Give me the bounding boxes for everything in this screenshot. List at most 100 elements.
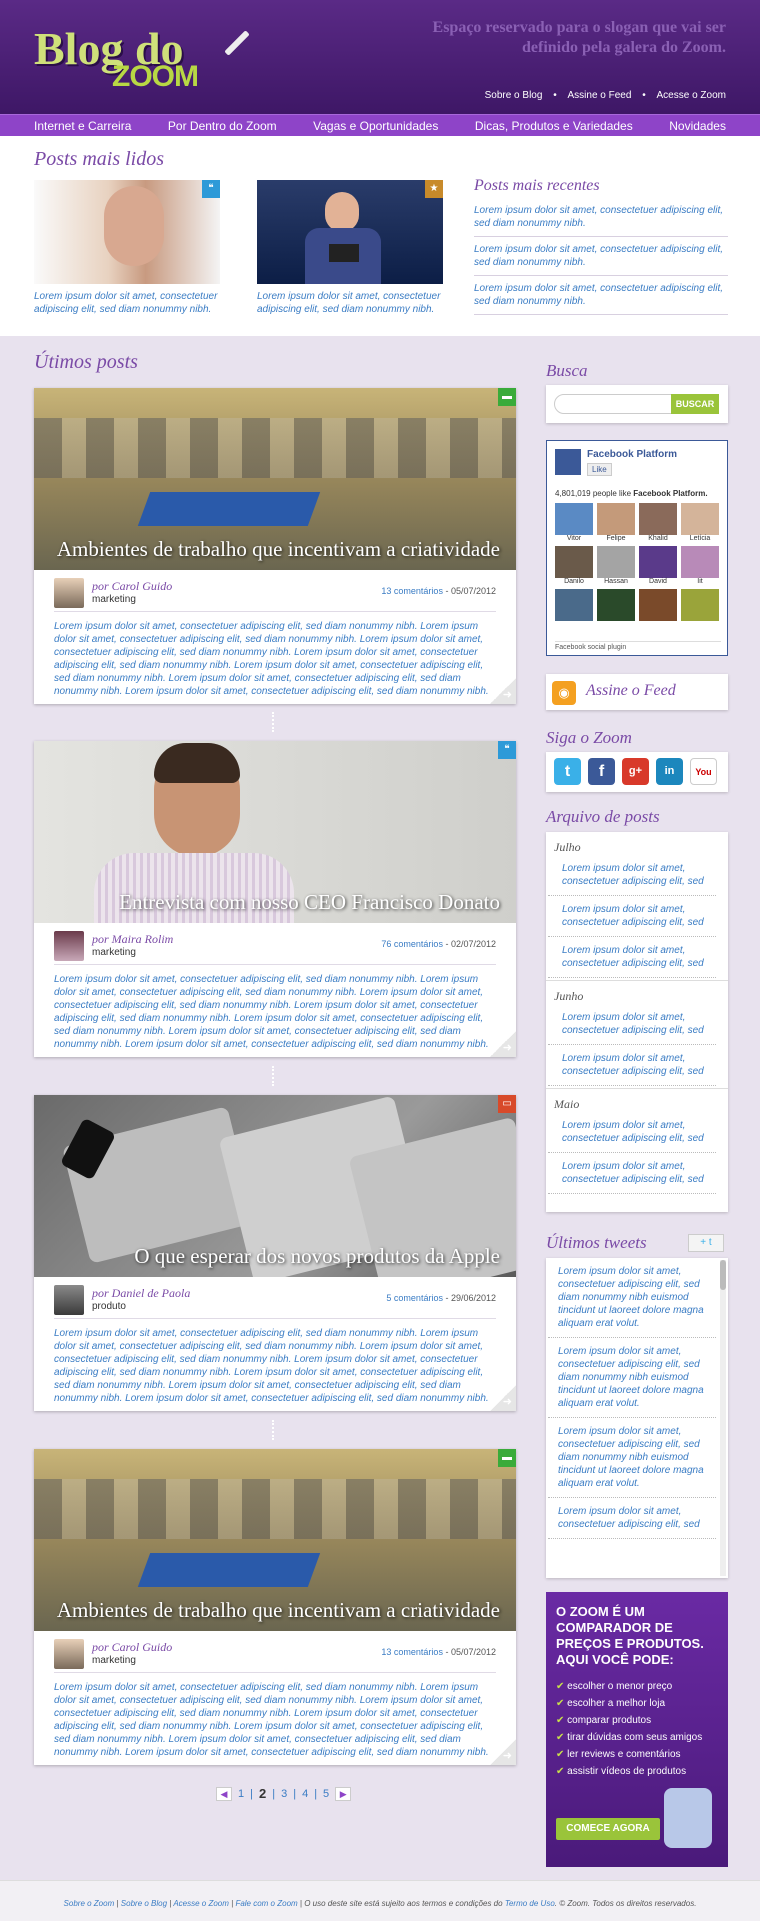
tweet[interactable]: Lorem ipsum dolor sit amet, consectetuer…	[548, 1418, 716, 1498]
archive-item[interactable]: Lorem ipsum dolor sit amet, consectetuer…	[548, 1045, 716, 1086]
post-image[interactable]: ❝ Entrevista com nosso CEO Francisco Don…	[34, 741, 516, 923]
facebook-friend[interactable]: Vitor	[555, 503, 593, 542]
post-category[interactable]: marketing	[92, 947, 136, 958]
twitter-icon[interactable]: t	[554, 758, 581, 785]
ad-cta-button[interactable]: COMECE AGORA	[556, 1818, 660, 1840]
post-image[interactable]: ▬ Ambientes de trabalho que incentivam a…	[34, 388, 516, 570]
scrollbar[interactable]	[720, 1260, 726, 1576]
zoom-ad-banner[interactable]: O ZOOM É UM COMPARADOR DE PREÇOS E PRODU…	[546, 1592, 728, 1867]
tweet[interactable]: Lorem ipsum dolor sit amet, consectetuer…	[548, 1258, 716, 1338]
nav-item[interactable]: Vagas e Oportunidades	[313, 119, 438, 133]
avatar[interactable]	[54, 1285, 84, 1315]
avatar[interactable]	[54, 578, 84, 608]
link-acesse-zoom[interactable]: Acesse o Zoom	[657, 90, 726, 101]
post-author[interactable]: por Maira Rolim	[92, 932, 173, 947]
next-page-icon[interactable]: ▶	[335, 1786, 352, 1801]
post-category[interactable]: marketing	[92, 594, 136, 605]
nav-item[interactable]: Dicas, Produtos e Variedades	[475, 119, 633, 133]
post-author[interactable]: por Carol Guido	[92, 579, 172, 594]
archive-item[interactable]: Lorem ipsum dolor sit amet, consectetuer…	[548, 1112, 716, 1153]
facebook-friend[interactable]: Hassan	[597, 546, 635, 585]
archive-month: Julho	[554, 840, 581, 854]
facebook-friend[interactable]: Iit	[681, 546, 719, 585]
post-image[interactable]: ▭ O que esperar dos novos produtos da Ap…	[34, 1095, 516, 1277]
popular-text[interactable]: Lorem ipsum dolor sit amet, consectetuer…	[257, 290, 457, 316]
tweets-title: Últimos tweets	[546, 1233, 647, 1252]
archive-item[interactable]: Lorem ipsum dolor sit amet, consectetuer…	[548, 1004, 716, 1045]
recent-item[interactable]: Lorem ipsum dolor sit amet, consectetuer…	[474, 276, 728, 315]
follow-twitter-icon[interactable]: + t	[688, 1234, 724, 1252]
post-title[interactable]: Entrevista com nosso CEO Francisco Donat…	[119, 889, 500, 915]
read-more-icon[interactable]	[490, 678, 516, 704]
terms-link[interactable]: Termo de Uso	[505, 1899, 555, 1908]
avatar[interactable]	[54, 1639, 84, 1669]
post-date: 05/07/2012	[450, 586, 496, 596]
recent-item[interactable]: Lorem ipsum dolor sit amet, consectetuer…	[474, 198, 728, 237]
facebook-friend[interactable]: David	[639, 546, 677, 585]
archive-item[interactable]: Lorem ipsum dolor sit amet, consectetuer…	[548, 855, 716, 896]
facebook-page-name[interactable]: Facebook Platform	[587, 449, 677, 460]
post-title[interactable]: O que esperar dos novos produtos da Appl…	[134, 1243, 500, 1269]
link-assine-feed[interactable]: Assine o Feed	[568, 90, 632, 101]
comment-count[interactable]: 5 comentários	[386, 1293, 443, 1303]
footer-link[interactable]: Sobre o Blog	[121, 1899, 167, 1908]
post-image[interactable]: ▬ Ambientes de trabalho que incentivam a…	[34, 1449, 516, 1631]
facebook-like-button[interactable]: Like	[587, 463, 612, 476]
page-link[interactable]: 1	[238, 1788, 244, 1800]
search-button[interactable]: BUSCAR	[671, 394, 719, 414]
popular-text[interactable]: Lorem ipsum dolor sit amet, consectetuer…	[34, 290, 234, 316]
read-more-icon[interactable]	[490, 1031, 516, 1057]
post-category[interactable]: produto	[92, 1301, 126, 1312]
footer-link[interactable]: Fale com o Zoom	[235, 1899, 297, 1908]
top-links: Sobre o Blog • Assine o Feed • Acesse o …	[477, 90, 726, 101]
facebook-icon[interactable]: f	[588, 758, 615, 785]
linkedin-icon[interactable]: in	[656, 758, 683, 785]
facebook-friend[interactable]: Danilo	[555, 546, 593, 585]
youtube-icon[interactable]: You	[690, 758, 717, 785]
page-link[interactable]: 4	[302, 1788, 308, 1800]
feed-widget[interactable]: ◉ Assine o Feed	[546, 674, 728, 710]
feed-label[interactable]: Assine o Feed	[586, 682, 676, 700]
popular-thumb[interactable]: ❝	[34, 180, 220, 284]
read-more-icon[interactable]	[490, 1739, 516, 1765]
archive-item[interactable]: Lorem ipsum dolor sit amet, consectetuer…	[548, 937, 716, 978]
tweet[interactable]: Lorem ipsum dolor sit amet, consectetuer…	[548, 1338, 716, 1418]
comment-count[interactable]: 76 comentários	[381, 939, 443, 949]
ad-headline: O ZOOM É UM COMPARADOR DE PREÇOS E PRODU…	[556, 1604, 704, 1667]
page-link[interactable]: 5	[323, 1788, 329, 1800]
comment-count[interactable]: 13 comentários	[381, 586, 443, 596]
post-title[interactable]: Ambientes de trabalho que incentivam a c…	[57, 536, 500, 562]
tweet[interactable]: Lorem ipsum dolor sit amet, consectetuer…	[548, 1498, 716, 1539]
recent-list: Lorem ipsum dolor sit amet, consectetuer…	[474, 198, 728, 315]
page-link[interactable]: 3	[281, 1788, 287, 1800]
post-category[interactable]: marketing	[92, 1655, 136, 1666]
nav-item[interactable]: Por Dentro do Zoom	[168, 119, 277, 133]
ad-item: ler reviews e comentários	[567, 1749, 681, 1760]
facebook-friend[interactable]: Letícia	[681, 503, 719, 542]
post-card: ▭ O que esperar dos novos produtos da Ap…	[34, 1095, 516, 1411]
post-title[interactable]: Ambientes de trabalho que incentivam a c…	[57, 1597, 500, 1623]
recent-item[interactable]: Lorem ipsum dolor sit amet, consectetuer…	[474, 237, 728, 276]
logo-zoom[interactable]: ZOOM	[112, 60, 199, 94]
read-more-icon[interactable]	[490, 1385, 516, 1411]
search-input[interactable]	[554, 394, 672, 414]
archive-item[interactable]: Lorem ipsum dolor sit amet, consectetuer…	[548, 1153, 716, 1194]
footer-link[interactable]: Sobre o Zoom	[64, 1899, 115, 1908]
check-icon: ✔	[556, 1749, 565, 1760]
archive-item[interactable]: Lorem ipsum dolor sit amet, consectetuer…	[548, 896, 716, 937]
nav-item[interactable]: Novidades	[669, 119, 726, 133]
facebook-friend[interactable]: Felipe	[597, 503, 635, 542]
prev-page-icon[interactable]: ◀	[216, 1786, 232, 1801]
popular-thumb[interactable]: ★	[257, 180, 443, 284]
facebook-friend[interactable]: Khalid	[639, 503, 677, 542]
google-plus-icon[interactable]: g+	[622, 758, 649, 785]
footer-link[interactable]: Acesse o Zoom	[173, 1899, 229, 1908]
link-sobre-blog[interactable]: Sobre o Blog	[485, 90, 543, 101]
nav-item[interactable]: Internet e Carreira	[34, 119, 131, 133]
comment-count[interactable]: 13 comentários	[381, 1647, 443, 1657]
archive-title: Arquivo de posts	[546, 807, 660, 826]
avatar[interactable]	[54, 931, 84, 961]
post-author[interactable]: por Carol Guido	[92, 1640, 172, 1655]
check-icon: ✔	[556, 1715, 565, 1726]
post-author[interactable]: por Daniel de Paola	[92, 1286, 190, 1301]
